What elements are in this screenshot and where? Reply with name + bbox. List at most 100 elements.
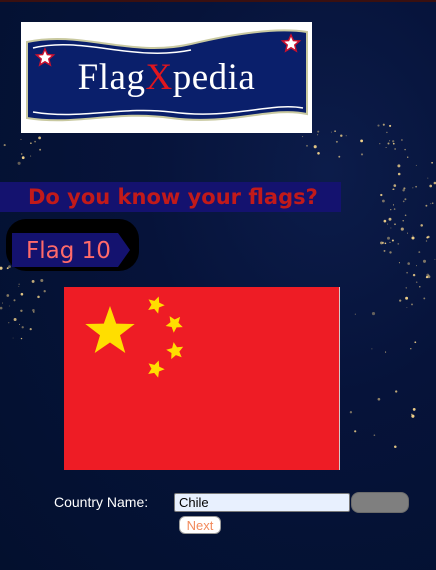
star-dot: [404, 214, 407, 217]
star-dot: [425, 240, 428, 242]
star-dot: [383, 219, 387, 223]
star-dot: [34, 140, 36, 143]
submit-answer-button[interactable]: [351, 492, 409, 513]
logo-wordmark: FlagXpedia: [21, 56, 312, 99]
flag-stars-graphic: [85, 296, 184, 378]
star-dot: [377, 124, 380, 127]
star-dot: [397, 243, 400, 245]
star-dot: [407, 232, 409, 234]
star-dot: [6, 294, 10, 297]
star-dot: [389, 124, 392, 127]
star-dot: [8, 265, 11, 269]
star-dot: [345, 135, 347, 137]
star-dot: [389, 251, 392, 254]
star-dot: [415, 281, 418, 283]
star-dot: [43, 290, 46, 293]
star-dot: [381, 199, 385, 203]
star-dot: [13, 318, 17, 321]
star-dot: [29, 328, 32, 331]
star-dot: [385, 351, 387, 353]
star-dot: [419, 286, 421, 288]
star-dot: [422, 259, 427, 263]
star-dot: [387, 223, 389, 225]
star-dot: [373, 434, 376, 437]
star-dot: [354, 313, 356, 315]
next-button[interactable]: Next: [179, 516, 221, 534]
star-dot: [404, 198, 407, 201]
star-dot: [379, 143, 381, 145]
star-dot: [38, 136, 41, 140]
star-dot: [20, 337, 23, 340]
star-dot: [8, 322, 10, 324]
star-dot: [387, 236, 390, 240]
star-dot: [434, 258, 436, 260]
star-dot: [338, 155, 341, 158]
star-dot: [393, 184, 397, 187]
star-dot: [380, 193, 383, 197]
star-dot: [17, 161, 21, 165]
star-dot: [407, 262, 410, 265]
star-dot: [425, 204, 428, 207]
star-dot: [423, 297, 426, 300]
star-dot: [20, 292, 24, 296]
star-dot: [340, 134, 343, 137]
star-dot: [394, 148, 396, 150]
star-dot: [394, 445, 397, 448]
star-dot: [431, 202, 434, 204]
flag-small-star-1-icon: [148, 296, 165, 314]
star-dot: [407, 156, 409, 158]
star-dot: [39, 148, 42, 151]
logo-text-pedia: pedia: [172, 57, 256, 98]
star-dot: [0, 306, 3, 310]
star-dot: [398, 262, 400, 264]
star-dot: [371, 348, 373, 350]
flagxpedia-logo[interactable]: FlagXpedia: [21, 22, 312, 133]
star-dot: [402, 189, 405, 192]
star-dot: [302, 136, 304, 138]
star-dot: [317, 134, 319, 136]
star-dot: [402, 220, 404, 222]
star-dot: [334, 130, 336, 132]
star-dot: [386, 131, 388, 134]
logo-text-x: X: [145, 57, 173, 98]
star-dot: [0, 266, 3, 270]
star-dot: [306, 144, 308, 147]
star-dot: [412, 187, 414, 189]
star-dot: [37, 295, 40, 299]
flag-small-star-4-icon: [148, 360, 165, 378]
star-dot: [383, 249, 386, 252]
star-dot: [397, 172, 401, 176]
star-dot: [360, 153, 364, 156]
star-dot: [335, 140, 338, 143]
star-dot: [392, 204, 395, 206]
star-dot: [21, 156, 25, 160]
flag-small-star-2-icon: [165, 316, 183, 333]
star-dot: [392, 140, 395, 143]
star-dot: [380, 241, 383, 245]
star-dot: [391, 239, 394, 242]
star-dot: [392, 142, 395, 145]
star-dot: [3, 144, 6, 147]
star-dot: [317, 152, 320, 155]
star-dot: [415, 185, 417, 188]
star-dot: [404, 148, 406, 151]
star-dot: [418, 251, 421, 254]
tagline-heading: Do you know your flags?: [28, 185, 318, 209]
star-dot: [317, 130, 320, 133]
star-dot: [414, 341, 417, 344]
star-dot: [2, 302, 4, 304]
star-dot: [411, 236, 415, 240]
star-dot: [406, 307, 408, 308]
star-dot: [390, 209, 392, 211]
star-dot: [389, 140, 391, 142]
star-dot: [427, 177, 429, 179]
star-dot: [18, 283, 20, 285]
star-dot: [405, 296, 409, 300]
star-dot: [402, 200, 405, 203]
star-dot: [400, 227, 404, 231]
star-dot: [397, 164, 401, 168]
star-dot: [412, 273, 416, 277]
star-dot: [19, 323, 21, 325]
star-dot: [40, 278, 44, 283]
country-name-input[interactable]: [174, 493, 350, 512]
